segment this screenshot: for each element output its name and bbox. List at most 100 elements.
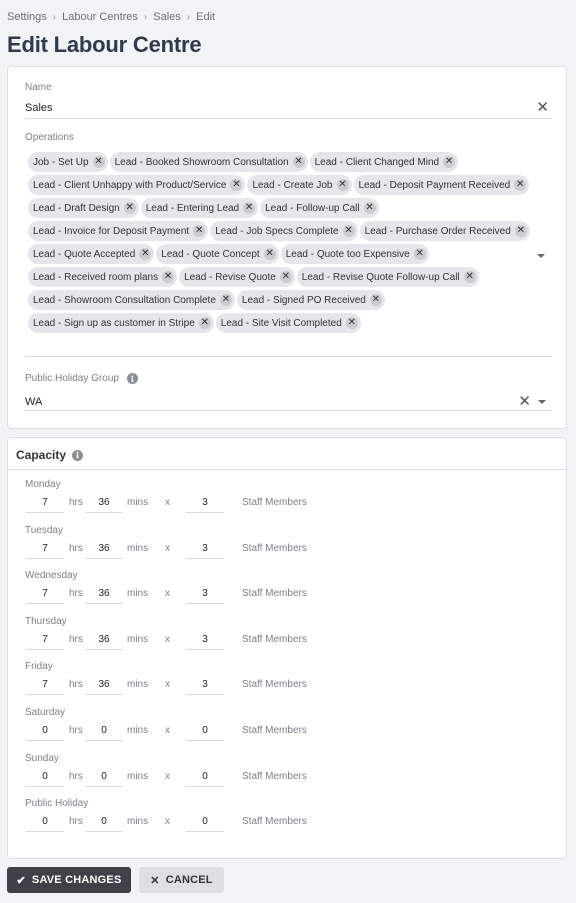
staff-input[interactable]: 3 bbox=[186, 493, 224, 513]
remove-chip-icon[interactable]: ✕ bbox=[263, 248, 276, 260]
day-label: Wednesday bbox=[25, 570, 78, 582]
capacity-row: Sunday 0 hrs 0 mins x 0 Staff Members bbox=[25, 753, 545, 797]
remove-chip-icon[interactable]: ✕ bbox=[162, 271, 175, 283]
minutes-input[interactable]: 36 bbox=[85, 539, 123, 559]
minutes-input[interactable]: 0 bbox=[85, 767, 123, 787]
info-icon[interactable]: i bbox=[72, 449, 84, 461]
staff-input[interactable]: 3 bbox=[186, 584, 224, 605]
operation-chip: Lead - Quote too Expensive ✕ bbox=[280, 244, 429, 264]
hours-input[interactable]: 7 bbox=[26, 493, 64, 513]
remove-chip-icon[interactable]: ✕ bbox=[139, 248, 152, 260]
remove-chip-icon[interactable]: ✕ bbox=[92, 156, 105, 168]
staff-input[interactable]: 0 bbox=[186, 767, 224, 787]
hours-input[interactable]: 7 bbox=[26, 630, 64, 650]
remove-chip-icon[interactable]: ✕ bbox=[243, 202, 256, 214]
mins-unit: mins bbox=[127, 633, 149, 645]
staff-unit: Staff Members bbox=[242, 588, 307, 600]
multiply-sign: x bbox=[165, 770, 170, 782]
chevron-down-icon[interactable] bbox=[538, 400, 546, 404]
operation-chip-label: Lead - Received room plans bbox=[33, 271, 159, 283]
hours-input[interactable]: 7 bbox=[26, 675, 64, 696]
hours-input[interactable]: 0 bbox=[26, 812, 64, 833]
capacity-title: Capacity i bbox=[16, 448, 84, 462]
remove-chip-icon[interactable]: ✕ bbox=[514, 225, 527, 237]
remove-chip-icon[interactable]: ✕ bbox=[198, 317, 211, 329]
remove-chip-icon[interactable]: ✕ bbox=[279, 271, 292, 283]
capacity-row: Thursday 7 hrs 36 mins x 3 Staff Members bbox=[25, 616, 545, 660]
breadcrumb-settings[interactable]: Settings bbox=[7, 11, 47, 23]
remove-chip-icon[interactable]: ✕ bbox=[336, 179, 349, 191]
remove-chip-icon[interactable]: ✕ bbox=[413, 248, 426, 260]
public-holiday-group-select[interactable]: WA ✕ bbox=[25, 391, 552, 411]
staff-input[interactable]: 0 bbox=[186, 721, 224, 741]
staff-unit: Staff Members bbox=[242, 679, 307, 691]
hours-input[interactable]: 0 bbox=[26, 767, 64, 787]
close-icon[interactable]: ✕ bbox=[536, 100, 549, 115]
remove-chip-icon[interactable]: ✕ bbox=[443, 156, 456, 168]
staff-input[interactable]: 3 bbox=[186, 675, 224, 696]
hrs-unit: hrs bbox=[69, 770, 83, 782]
cancel-button-label: CANCEL bbox=[165, 874, 213, 886]
minutes-input[interactable]: 36 bbox=[85, 630, 123, 650]
staff-input[interactable]: 3 bbox=[186, 630, 224, 650]
save-button[interactable]: ✔ SAVE CHANGES bbox=[7, 867, 131, 893]
minutes-input[interactable]: 36 bbox=[85, 493, 123, 513]
capacity-row: Monday 7 hrs 36 mins x 3 Staff Members bbox=[25, 479, 545, 523]
operation-chip: Lead - Purchase Order Received ✕ bbox=[359, 221, 530, 241]
hrs-unit: hrs bbox=[69, 725, 83, 736]
breadcrumb-labour-centres[interactable]: Labour Centres bbox=[62, 11, 138, 23]
minutes-input[interactable]: 0 bbox=[85, 812, 123, 833]
operation-chip-label: Lead - Deposit Payment Received bbox=[358, 179, 511, 191]
remove-chip-icon[interactable]: ✕ bbox=[230, 179, 243, 191]
operation-chip: Lead - Revise Quote Follow-up Call ✕ bbox=[296, 267, 479, 287]
hrs-unit: hrs bbox=[69, 497, 83, 508]
remove-chip-icon[interactable]: ✕ bbox=[193, 225, 206, 237]
capacity-row: Public Holiday 0 hrs 0 mins x 0 Staff Members bbox=[25, 798, 545, 842]
mins-unit: mins bbox=[127, 725, 149, 736]
multiply-sign: x bbox=[165, 633, 170, 645]
hours-input[interactable]: 7 bbox=[26, 539, 64, 559]
mins-unit: mins bbox=[127, 679, 149, 691]
multiply-sign: x bbox=[165, 816, 170, 828]
capacity-card: Capacity i Monday 7 hrs 36 mins x 3 Staff Membe… bbox=[7, 437, 567, 859]
operations-select[interactable]: Job - Set Up ✕ Lead - Booked Showroom Cons… bbox=[28, 152, 533, 333]
info-icon[interactable]: i bbox=[126, 373, 138, 384]
operation-chip: Lead - Showroom Consultation Complete ✕ bbox=[28, 290, 235, 310]
remove-chip-icon[interactable]: ✕ bbox=[342, 225, 355, 237]
remove-chip-icon[interactable]: ✕ bbox=[463, 271, 476, 283]
operation-chip-label: Lead - Entering Lead bbox=[145, 202, 240, 214]
name-input[interactable]: Sales ✕ bbox=[25, 98, 552, 119]
chevron-right-icon: › bbox=[52, 11, 57, 23]
minutes-input[interactable]: 36 bbox=[85, 675, 123, 696]
remove-chip-icon[interactable]: ✕ bbox=[369, 294, 382, 306]
remove-chip-icon[interactable]: ✕ bbox=[345, 317, 358, 329]
remove-chip-icon[interactable]: ✕ bbox=[363, 202, 376, 214]
close-icon: ✕ bbox=[150, 874, 160, 887]
capacity-row: Friday 7 hrs 36 mins x 3 Staff Members bbox=[25, 661, 545, 705]
hrs-unit: hrs bbox=[69, 588, 83, 600]
remove-chip-icon[interactable]: ✕ bbox=[514, 179, 527, 191]
hours-input[interactable]: 0 bbox=[26, 721, 64, 741]
close-icon[interactable]: ✕ bbox=[518, 394, 531, 409]
breadcrumb-sales[interactable]: Sales bbox=[153, 11, 181, 23]
operation-chip: Lead - Signed PO Received ✕ bbox=[236, 290, 385, 310]
remove-chip-icon[interactable]: ✕ bbox=[292, 156, 305, 168]
operation-chip-label: Lead - Signed PO Received bbox=[241, 294, 366, 306]
operations-underline bbox=[25, 337, 552, 357]
operation-chip: Lead - Quote Accepted ✕ bbox=[28, 244, 155, 264]
chevron-down-icon[interactable] bbox=[537, 254, 545, 258]
cancel-button[interactable]: ✕ CANCEL bbox=[139, 867, 224, 893]
staff-input[interactable]: 3 bbox=[186, 539, 224, 559]
name-label: Name bbox=[25, 82, 52, 93]
operation-chip-label: Lead - Booked Showroom Consultation bbox=[114, 156, 289, 168]
hours-input[interactable]: 7 bbox=[26, 584, 64, 605]
staff-input[interactable]: 0 bbox=[186, 812, 224, 833]
minutes-input[interactable]: 36 bbox=[85, 584, 123, 605]
remove-chip-icon[interactable]: ✕ bbox=[123, 202, 136, 214]
remove-chip-icon[interactable]: ✕ bbox=[219, 294, 232, 306]
operation-chip-label: Job - Set Up bbox=[33, 156, 89, 168]
minutes-input[interactable]: 0 bbox=[85, 721, 123, 741]
mins-unit: mins bbox=[127, 588, 149, 600]
operation-chip-label: Lead - Site Visit Completed bbox=[220, 317, 342, 329]
hrs-unit: hrs bbox=[69, 633, 83, 645]
